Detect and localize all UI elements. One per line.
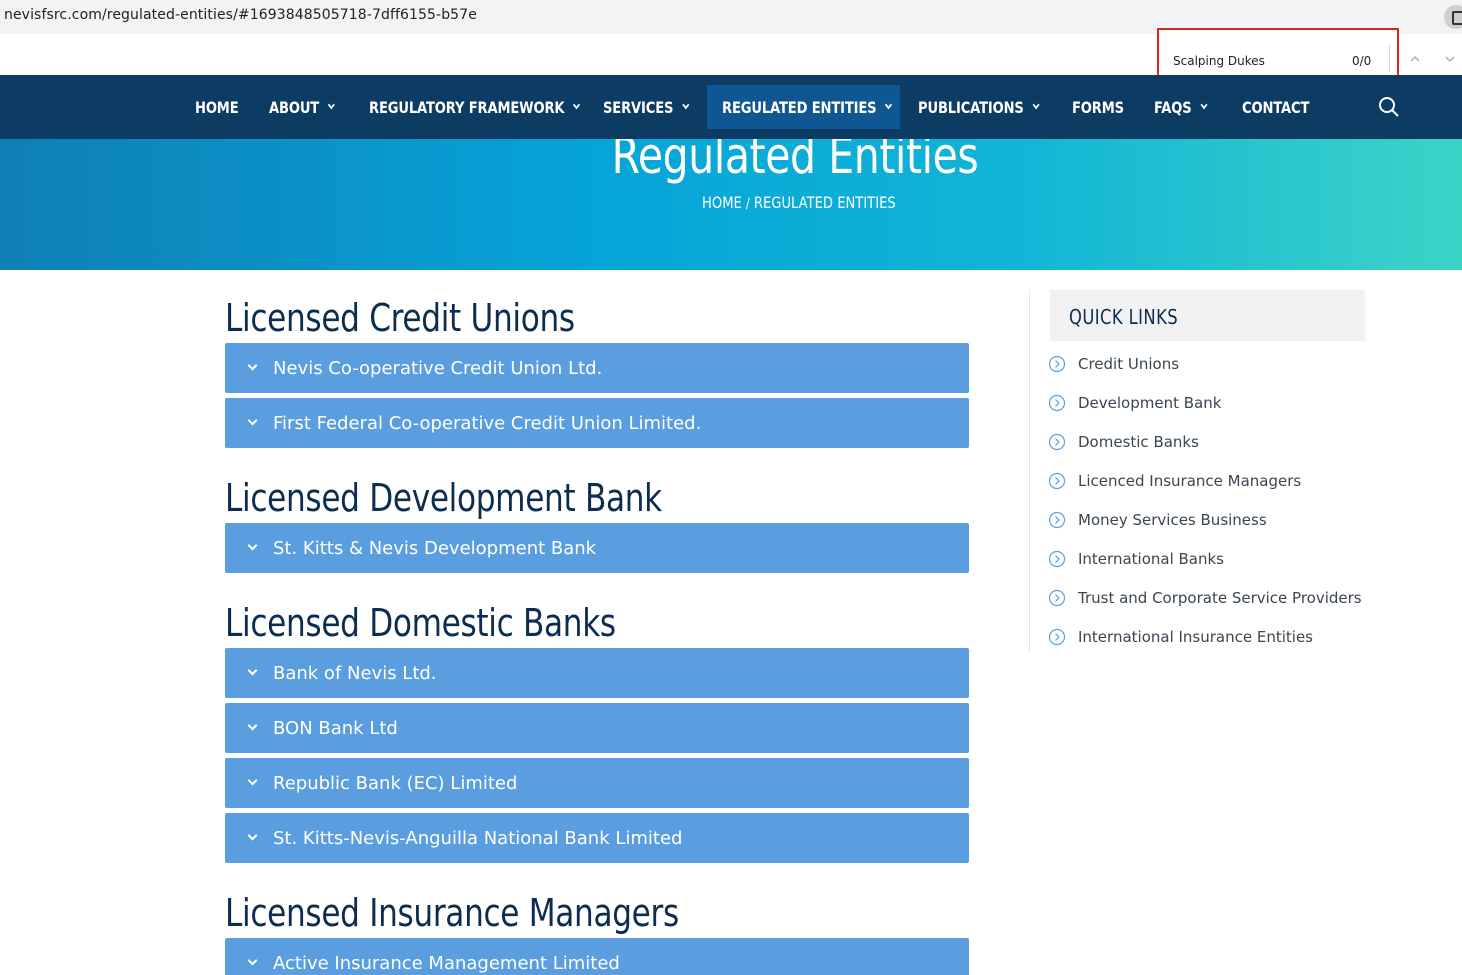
page-hero: Regulated Entities HOME / REGULATED ENTITI… bbox=[0, 139, 1462, 270]
quick-link-label: Trust and Corporate Service Providers bbox=[1078, 589, 1362, 607]
quick-link-label: International Insurance Entities bbox=[1078, 628, 1313, 646]
nav-regulatory-framework[interactable]: REGULATORY FRAMEWORK bbox=[369, 85, 581, 129]
nav-regulatory-framework-label: REGULATORY FRAMEWORK bbox=[369, 97, 565, 117]
chevron-down-icon bbox=[1032, 100, 1040, 110]
chevron-down-icon bbox=[327, 100, 335, 110]
nav-services[interactable]: SERVICES bbox=[603, 85, 690, 129]
circle-chevron-right-icon bbox=[1048, 628, 1066, 646]
circle-chevron-right-icon bbox=[1048, 511, 1066, 529]
accordion-item-label: St. Kitts-Nevis-Anguilla National Bank L… bbox=[273, 827, 683, 849]
quick-link-domestic-banks[interactable]: Domestic Banks bbox=[1048, 432, 1199, 452]
chevron-down-icon bbox=[247, 830, 258, 841]
quick-link-money-services[interactable]: Money Services Business bbox=[1048, 510, 1267, 530]
accordion-item[interactable]: Nevis Co-operative Credit Union Ltd. bbox=[225, 343, 969, 393]
extension-icon[interactable] bbox=[1444, 5, 1462, 29]
section-title-insurance-managers: Licensed Insurance Managers bbox=[225, 891, 679, 935]
nav-about-label: ABOUT bbox=[269, 97, 320, 117]
chevron-down-icon bbox=[682, 100, 690, 110]
quick-link-insurance-managers[interactable]: Licenced Insurance Managers bbox=[1048, 471, 1301, 491]
quick-links-header: QUICK LINKS bbox=[1050, 290, 1365, 341]
nav-publications-label: PUBLICATIONS bbox=[918, 97, 1024, 117]
accordion-item[interactable]: BON Bank Ltd bbox=[225, 703, 969, 753]
find-previous-icon[interactable] bbox=[1408, 52, 1422, 66]
accordion-item[interactable]: First Federal Co-operative Credit Union … bbox=[225, 398, 969, 448]
search-icon[interactable] bbox=[1378, 96, 1400, 118]
accordion-item-label: St. Kitts & Nevis Development Bank bbox=[273, 537, 597, 559]
quick-link-international-insurance[interactable]: International Insurance Entities bbox=[1048, 627, 1313, 647]
circle-chevron-right-icon bbox=[1048, 472, 1066, 490]
nav-forms-label: FORMS bbox=[1072, 97, 1124, 117]
accordion-item[interactable]: St. Kitts & Nevis Development Bank bbox=[225, 523, 969, 573]
circle-chevron-right-icon bbox=[1048, 433, 1066, 451]
accordion-item-label: Republic Bank (EC) Limited bbox=[273, 772, 518, 794]
circle-chevron-right-icon bbox=[1048, 355, 1066, 373]
nav-forms[interactable]: FORMS bbox=[1072, 85, 1124, 129]
breadcrumb: HOME / REGULATED ENTITIES bbox=[702, 193, 896, 212]
find-next-icon[interactable] bbox=[1443, 52, 1457, 66]
circle-chevron-right-icon bbox=[1048, 589, 1066, 607]
accordion-item-label: Bank of Nevis Ltd. bbox=[273, 662, 437, 684]
find-input[interactable]: Scalping Dukes bbox=[1173, 54, 1265, 68]
quick-link-international-banks[interactable]: International Banks bbox=[1048, 549, 1224, 569]
accordion-item-label: First Federal Co-operative Credit Union … bbox=[273, 412, 702, 434]
quick-links-title: QUICK LINKS bbox=[1069, 305, 1179, 329]
accordion-item[interactable]: Active Insurance Management Limited bbox=[225, 938, 969, 975]
accordion-item-label: BON Bank Ltd bbox=[273, 717, 398, 739]
quick-link-label: Money Services Business bbox=[1078, 511, 1267, 529]
accordion-item-label: Nevis Co-operative Credit Union Ltd. bbox=[273, 357, 603, 379]
url-text[interactable]: nevisfsrc.com/regulated-entities/#169384… bbox=[4, 7, 477, 23]
nav-contact[interactable]: CONTACT bbox=[1242, 85, 1309, 129]
section-title-credit-unions: Licensed Credit Unions bbox=[225, 296, 575, 340]
nav-contact-label: CONTACT bbox=[1242, 97, 1310, 117]
find-divider bbox=[1389, 44, 1390, 72]
nav-regulated-entities[interactable]: REGULATED ENTITIES bbox=[722, 85, 893, 129]
chevron-down-icon bbox=[247, 955, 258, 966]
chevron-down-icon bbox=[885, 100, 893, 110]
nav-faqs-label: FAQS bbox=[1154, 97, 1192, 117]
breadcrumb-separator: / bbox=[745, 196, 750, 212]
nav-faqs[interactable]: FAQS bbox=[1154, 85, 1208, 129]
quick-link-label: Licenced Insurance Managers bbox=[1078, 472, 1302, 490]
accordion-item[interactable]: St. Kitts-Nevis-Anguilla National Bank L… bbox=[225, 813, 969, 863]
quick-link-label: Credit Unions bbox=[1078, 355, 1180, 373]
accordion-item[interactable]: Republic Bank (EC) Limited bbox=[225, 758, 969, 808]
quick-link-label: Development Bank bbox=[1078, 394, 1222, 412]
nav-home[interactable]: HOME bbox=[195, 85, 239, 129]
nav-regulated-entities-label: REGULATED ENTITIES bbox=[722, 97, 877, 117]
chevron-down-icon bbox=[247, 540, 258, 551]
sidebar-divider bbox=[1029, 290, 1030, 652]
nav-home-label: HOME bbox=[195, 97, 239, 117]
quick-link-development-bank[interactable]: Development Bank bbox=[1048, 393, 1221, 413]
chevron-down-icon bbox=[247, 720, 258, 731]
quick-link-credit-unions[interactable]: Credit Unions bbox=[1048, 354, 1179, 374]
quick-link-trust-corporate[interactable]: Trust and Corporate Service Providers bbox=[1048, 588, 1362, 608]
page-title: Regulated Entities bbox=[611, 139, 979, 185]
find-match-count: 0/0 bbox=[1352, 54, 1372, 68]
nav-about[interactable]: ABOUT bbox=[269, 85, 335, 129]
quick-link-label: Domestic Banks bbox=[1078, 433, 1199, 451]
nav-services-label: SERVICES bbox=[603, 97, 674, 117]
circle-chevron-right-icon bbox=[1048, 394, 1066, 412]
main-navigation: HOME ABOUT REGULATORY FRAMEWORK SERVICES… bbox=[0, 75, 1462, 139]
chevron-down-icon bbox=[1200, 100, 1208, 110]
accordion-item[interactable]: Bank of Nevis Ltd. bbox=[225, 648, 969, 698]
accordion-item-label: Active Insurance Management Limited bbox=[273, 952, 620, 974]
chevron-down-icon bbox=[247, 665, 258, 676]
chevron-down-icon bbox=[573, 100, 581, 110]
chevron-down-icon bbox=[247, 360, 258, 371]
circle-chevron-right-icon bbox=[1048, 550, 1066, 568]
quick-link-label: International Banks bbox=[1078, 550, 1224, 568]
breadcrumb-current: REGULATED ENTITIES bbox=[753, 193, 896, 212]
section-title-domestic-banks: Licensed Domestic Banks bbox=[225, 601, 616, 645]
section-title-development-bank: Licensed Development Bank bbox=[225, 476, 662, 520]
chevron-down-icon bbox=[247, 775, 258, 786]
chevron-down-icon bbox=[247, 415, 258, 426]
breadcrumb-home[interactable]: HOME bbox=[702, 193, 742, 212]
nav-publications[interactable]: PUBLICATIONS bbox=[918, 85, 1040, 129]
